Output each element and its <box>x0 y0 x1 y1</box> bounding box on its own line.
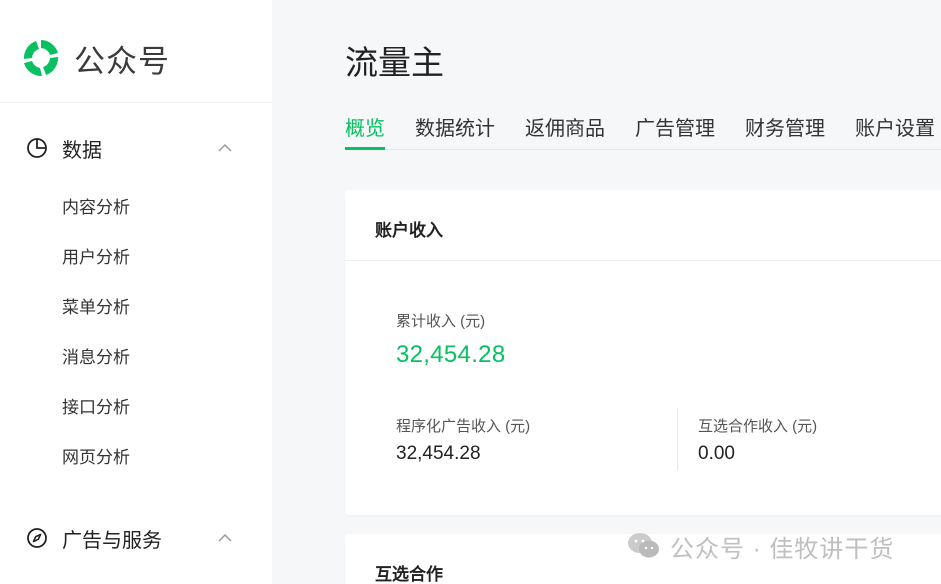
account-income-card: 账户收入 累计收入 (元) 32,454.28 程序化广告收入 (元) 32,4… <box>345 190 941 515</box>
tab-rebate-products[interactable]: 返佣商品 <box>525 112 605 141</box>
card-title: 互选合作 <box>375 565 443 584</box>
tab-finance-management[interactable]: 财务管理 <box>745 112 825 141</box>
active-tab-indicator <box>345 147 385 150</box>
tab-account-settings[interactable]: 账户设置 <box>855 112 935 141</box>
tab-bar: 概览 数据统计 返佣商品 广告管理 财务管理 账户设置 <box>345 108 941 150</box>
sidebar-divider <box>0 102 272 103</box>
stat-divider <box>677 408 678 470</box>
sidebar-item-message-analysis[interactable]: 消息分析 <box>62 346 130 370</box>
watermark: 公众号 · 佳牧讲干货 <box>626 528 894 564</box>
chevron-up-icon[interactable] <box>216 529 234 547</box>
total-income-value: 32,454.28 <box>396 341 506 368</box>
tab-ad-management[interactable]: 广告管理 <box>635 112 715 141</box>
page-title: 流量主 <box>345 44 444 81</box>
sidebar-item-user-analysis[interactable]: 用户分析 <box>62 246 130 270</box>
sidebar-item-menu-analysis[interactable]: 菜单分析 <box>62 296 130 320</box>
sidebar-item-content-analysis[interactable]: 内容分析 <box>62 196 130 220</box>
chevron-up-icon[interactable] <box>216 139 234 157</box>
wechat-official-account-logo-icon <box>23 40 59 77</box>
brand-name: 公众号 <box>74 43 170 79</box>
wechat-icon <box>628 533 659 558</box>
sidebar-group-label: 广告与服务 <box>62 529 162 552</box>
watermark-text: 公众号 · 佳牧讲干货 <box>670 535 895 563</box>
tab-overview[interactable]: 概览 <box>345 112 385 150</box>
tab-label: 概览 <box>345 118 385 140</box>
sidebar-group-ads-services[interactable]: 广告与服务 <box>0 518 272 558</box>
total-income-label: 累计收入 (元) <box>396 313 486 330</box>
main-content: 流量主 概览 数据统计 返佣商品 广告管理 财务管理 账户设置 账户收入 累计收… <box>272 0 941 584</box>
sidebar: 公众号 数据 内容分析 用户分析 菜单分析 消息分析 接口分析 网页分析 广告与… <box>0 0 272 584</box>
sidebar-group-label: 数据 <box>62 139 102 162</box>
compass-icon <box>27 528 47 548</box>
sidebar-item-webpage-analysis[interactable]: 网页分析 <box>62 446 130 470</box>
programmatic-ad-income-value: 32,454.28 <box>396 443 481 464</box>
mutual-selection-income-value: 0.00 <box>698 443 735 464</box>
card-title: 账户收入 <box>375 221 443 240</box>
card-divider <box>345 260 941 261</box>
pie-chart-icon <box>27 138 47 158</box>
sidebar-item-api-analysis[interactable]: 接口分析 <box>62 396 130 420</box>
programmatic-ad-income-label: 程序化广告收入 (元) <box>396 418 531 435</box>
mutual-selection-income-label: 互选合作收入 (元) <box>698 418 818 435</box>
sidebar-group-data[interactable]: 数据 <box>0 128 272 168</box>
brand[interactable]: 公众号 <box>20 36 170 80</box>
tab-data-statistics[interactable]: 数据统计 <box>415 112 495 141</box>
